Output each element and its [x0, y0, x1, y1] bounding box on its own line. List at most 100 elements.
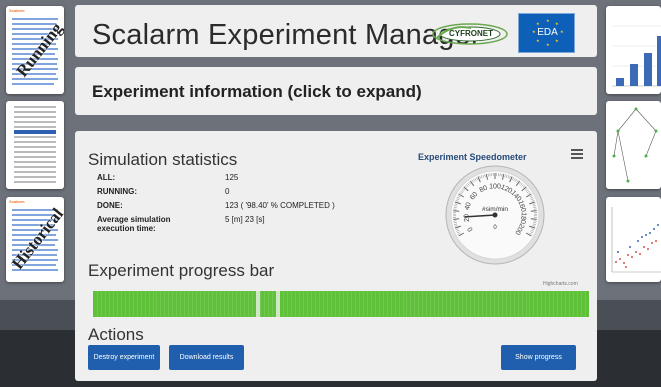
progress-cell-divider [156, 291, 158, 317]
show-progress-button[interactable]: Show progress [501, 345, 576, 370]
progress-cell-divider [485, 291, 487, 317]
progress-cell-divider [287, 291, 289, 317]
progress-cell-divider [569, 291, 571, 317]
experiment-info-card[interactable]: Experiment information (click to expand) [75, 67, 597, 115]
progress-cell-divider [521, 291, 523, 317]
progress-cell-divider [239, 291, 241, 317]
progress-cell-divider [529, 291, 531, 317]
progress-cell-divider [350, 291, 352, 317]
progress-cell-divider [573, 291, 575, 317]
progress-cell-divider [469, 291, 471, 317]
progress-cell-divider [223, 291, 225, 317]
progress-cell-divider [434, 291, 436, 317]
gauge-major-tick [530, 210, 537, 212]
progress-cell-divider [406, 291, 408, 317]
tree-chart-thumbnail[interactable] [606, 101, 661, 189]
progress-cell-divider [509, 291, 511, 317]
progress-cell-divider [477, 291, 479, 317]
progress-cell-divider [402, 291, 404, 317]
stat-key: RUNNING: [97, 187, 137, 196]
progress-cell-divider [251, 291, 253, 317]
progress-cell-divider [394, 291, 396, 317]
progress-cell-divider [335, 291, 337, 317]
progress-cell-divider [172, 291, 174, 317]
progress-cell-divider [354, 291, 356, 317]
scatter-chart-thumbnail[interactable] [606, 197, 661, 282]
highcharts-credit[interactable]: Highcharts.com [543, 281, 578, 287]
progress-cell-divider [100, 291, 102, 317]
progress-cell-divider [247, 291, 249, 317]
progress-cell-divider [362, 291, 364, 317]
progress-cell-divider [112, 291, 114, 317]
progress-cell-divider [426, 291, 428, 317]
progress-cell-divider [164, 291, 166, 317]
progress-cell-divider [108, 291, 110, 317]
progress-cell-divider [513, 291, 515, 317]
progress-cell-divider [442, 291, 444, 317]
progress-cell-divider [374, 291, 376, 317]
progress-cell-divider [144, 291, 146, 317]
gauge-hub [492, 212, 498, 218]
progress-cell-divider [219, 291, 221, 317]
stat-value: 5 [m] 23 [s] [225, 215, 265, 224]
progress-cell-divider [505, 291, 507, 317]
eda-logo-text: EDA [537, 27, 558, 38]
thumb-header: Scalarm [9, 8, 25, 13]
progress-cell-divider [188, 291, 190, 317]
progress-cell-divider [565, 291, 567, 317]
progress-bar-title: Experiment progress bar [88, 261, 275, 280]
progress-cell-divider [497, 291, 499, 317]
progress-cell-divider [231, 291, 233, 317]
gauge-major-tick [453, 210, 460, 212]
experiment-list-thumbnail[interactable] [6, 101, 64, 189]
actions-title: Actions [88, 325, 144, 344]
stat-key: ALL: [97, 173, 116, 182]
progress-cell-divider [481, 291, 483, 317]
progress-cell-divider [319, 291, 321, 317]
progress-cell-divider [283, 291, 285, 317]
experiment-info-toggle[interactable]: Experiment information (click to expand) [92, 82, 422, 102]
gauge-major-tick [530, 218, 537, 220]
progress-cell-divider [537, 291, 539, 317]
progress-cell-divider [545, 291, 547, 317]
page-title: Scalarm Experiment Manager [92, 19, 481, 51]
progress-cell-divider [458, 291, 460, 317]
progress-cell-divider [148, 291, 150, 317]
svg-text:★: ★ [555, 38, 559, 43]
destroy-experiment-button[interactable]: Destroy experiment [88, 345, 160, 370]
svg-text:★: ★ [546, 18, 550, 23]
historical-experiments-thumbnail[interactable]: Scalarm Historical [6, 197, 64, 282]
progress-cell-divider [577, 291, 579, 317]
progress-cell-divider [315, 291, 317, 317]
progress-cell-divider [465, 291, 467, 317]
progress-cell-divider [410, 291, 412, 317]
progress-cell-divider [208, 291, 210, 317]
chart-menu-button[interactable] [569, 147, 585, 161]
progress-cell-divider [378, 291, 380, 317]
cyfronet-logo-text: CYFRONET [449, 29, 493, 38]
progress-cell-divider [291, 291, 293, 317]
progress-cell-divider [342, 291, 344, 317]
progress-cell-divider [549, 291, 551, 317]
gauge-unit-label: #sim/min [482, 206, 508, 213]
progress-cell-divider [303, 291, 305, 317]
progress-cell-divider [422, 291, 424, 317]
progress-cell-divider [140, 291, 142, 317]
progress-cell-divider [323, 291, 325, 317]
progress-cell-divider [116, 291, 118, 317]
bar-chart-thumbnail[interactable] [606, 6, 661, 94]
tree-chart-preview [612, 107, 658, 183]
experiment-progress-bar [93, 291, 589, 317]
progress-cell-divider [553, 291, 555, 317]
progress-cell-divider [204, 291, 206, 317]
download-results-button[interactable]: Download results [169, 345, 244, 370]
progress-cell-divider [243, 291, 245, 317]
speedometer-gauge: 020406080 100120140160180200#sim/min0 [445, 165, 545, 265]
progress-cell-divider [557, 291, 559, 317]
progress-cell-divider [585, 291, 587, 317]
progress-cell-divider [120, 291, 122, 317]
eda-logo: ★ ★ ★ ★ ★ ★ ★ ★ EDA [518, 13, 575, 53]
running-experiments-thumbnail[interactable]: Scalarm Running [6, 6, 64, 94]
progress-cell-divider [132, 291, 134, 317]
progress-cell-divider [430, 291, 432, 317]
